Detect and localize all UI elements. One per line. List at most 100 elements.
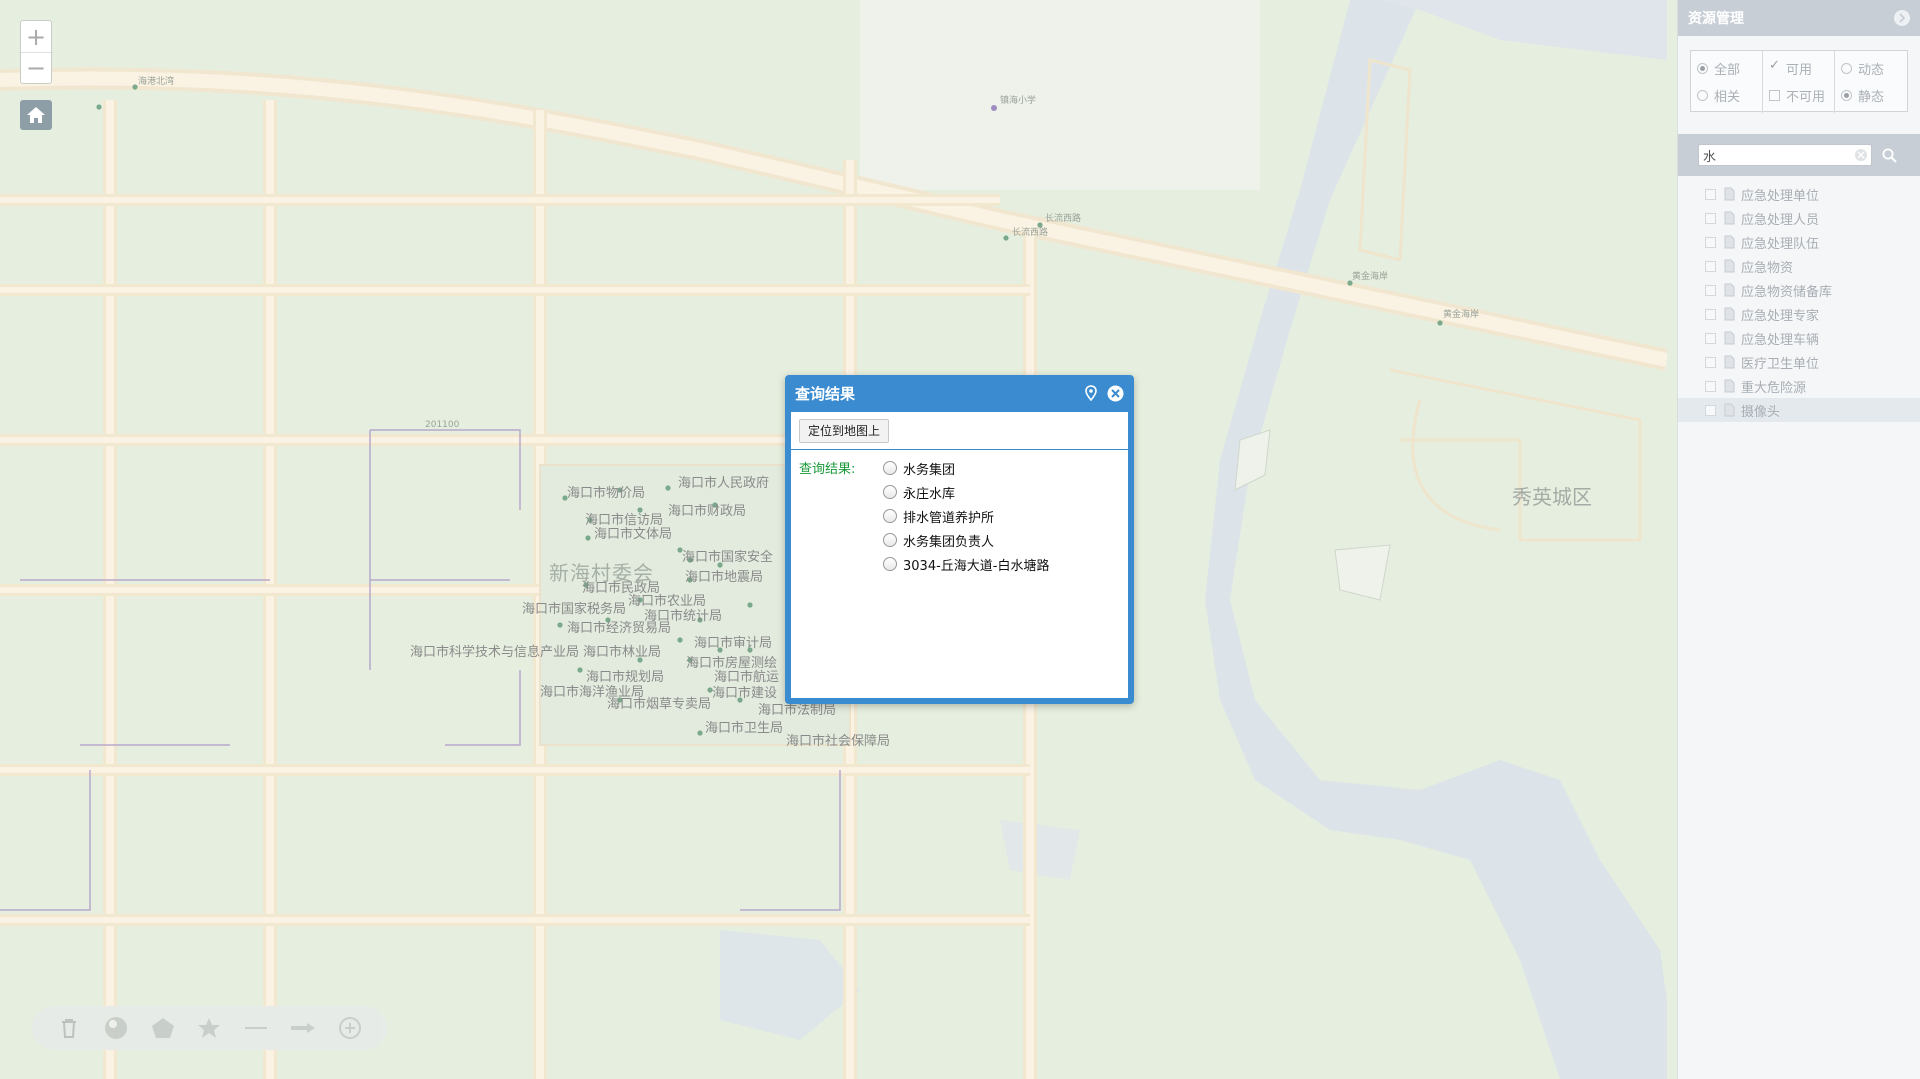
map-label-poi: 海口市地震局 [685, 570, 764, 585]
tree-item[interactable]: 应急物资 [1678, 254, 1920, 278]
checkbox[interactable] [1705, 188, 1716, 200]
document-icon [1724, 331, 1735, 345]
chevron-right-icon [1899, 13, 1906, 23]
collapse-button[interactable] [1894, 10, 1910, 26]
filter-all-option[interactable]: 全部 [1697, 55, 1756, 82]
result-item[interactable]: 水务集团负责人 [883, 528, 1049, 552]
dialog-header[interactable]: 查询结果 [785, 375, 1134, 411]
radio-button[interactable] [883, 557, 897, 571]
filter-scope: 全部 相关 [1691, 51, 1763, 113]
map-label-code: 201100 [425, 420, 460, 430]
filter-unavailable-option[interactable]: 不可用 [1769, 82, 1828, 109]
map-label-road: 长流西路 [1045, 214, 1082, 224]
tree-item-label: 应急物资储备库 [1741, 284, 1833, 300]
tree-item[interactable]: 应急物资储备库 [1678, 278, 1920, 302]
add-point-tool[interactable] [335, 1013, 365, 1043]
radio-button[interactable] [1841, 63, 1852, 74]
map-label-poi: 海口市财政局 [668, 504, 747, 519]
locate-on-map-button[interactable]: 定位到地图上 [799, 419, 890, 443]
map-label-road: 黄金海岸 [1443, 310, 1480, 320]
resource-tree: 应急处理单位 应急处理人员 应急处理队伍 应急物资 应急物资储备库 应急处理专家… [1678, 182, 1920, 422]
radio-button[interactable] [1841, 90, 1852, 101]
option-label: 静态 [1858, 90, 1885, 105]
checkbox[interactable] [1705, 212, 1716, 224]
radio-button[interactable] [883, 485, 897, 499]
close-button[interactable] [1106, 384, 1124, 402]
map-label-poi: 海口市卫生局 [705, 721, 784, 736]
map-canvas[interactable]: 海港北湾 镇海小学 长流西路 长流西路 黄金海岸 黄金海岸 201100 秀英城… [0, 0, 1667, 1079]
tree-item[interactable]: 医疗卫生单位 [1678, 350, 1920, 374]
home-button[interactable] [20, 100, 52, 130]
tree-item-label: 重大危险源 [1741, 380, 1807, 396]
filter-mode: 动态 静态 [1835, 51, 1907, 113]
radio-button[interactable] [1697, 63, 1708, 74]
result-item[interactable]: 3034-丘海大道-白水塘路 [883, 552, 1049, 576]
checkbox[interactable] [1705, 284, 1716, 296]
map-label-district: 秀英城区 [1512, 485, 1592, 509]
filter-box: 全部 相关 可用 不可用 动态 静态 [1690, 50, 1908, 113]
tree-item[interactable]: 应急处理人员 [1678, 206, 1920, 230]
zoom-out-button[interactable]: − [21, 52, 51, 83]
tree-item-label: 摄像头 [1741, 404, 1781, 420]
globe-tool[interactable] [101, 1013, 131, 1043]
result-item[interactable]: 排水管道养护所 [883, 504, 1049, 528]
tree-item[interactable]: 应急处理专家 [1678, 302, 1920, 326]
checkbox[interactable] [1705, 356, 1716, 368]
radio-button[interactable] [1697, 90, 1708, 101]
filter-available-option[interactable]: 可用 [1769, 55, 1828, 82]
search-field [1698, 144, 1872, 166]
map-label-road: 长流西路 [1012, 228, 1049, 238]
map-label-poi: 海口市文体局 [594, 527, 673, 542]
checkbox[interactable] [1705, 308, 1716, 320]
search-input[interactable] [1703, 147, 1855, 163]
freehand-tool[interactable] [194, 1013, 224, 1043]
tree-item[interactable]: 应急处理单位 [1678, 182, 1920, 206]
checkbox[interactable] [1705, 332, 1716, 344]
checkbox[interactable] [1705, 260, 1716, 272]
close-icon [1857, 151, 1865, 159]
polygon-tool[interactable] [148, 1013, 178, 1043]
filter-static-option[interactable]: 静态 [1841, 82, 1901, 109]
map-label-poi: 海口市国家安全 [682, 550, 774, 565]
search-button[interactable] [1878, 144, 1900, 166]
map-label-poi: 海口市社会保障局 [786, 734, 891, 749]
locate-pin-button[interactable] [1082, 384, 1100, 402]
map-label-poi: 海口市科学技术与信息产业局 [410, 645, 580, 660]
radio-button[interactable] [883, 509, 897, 523]
tree-item-label: 应急物资 [1741, 260, 1794, 276]
filter-availability: 可用 不可用 [1763, 51, 1835, 113]
checkbox[interactable] [1705, 380, 1716, 392]
result-item[interactable]: 永庄水库 [883, 480, 1049, 504]
tree-item[interactable]: 应急处理车辆 [1678, 326, 1920, 350]
tree-item[interactable]: 应急处理队伍 [1678, 230, 1920, 254]
tree-item-selected[interactable]: 摄像头 [1678, 398, 1920, 422]
line-icon [245, 1027, 268, 1029]
filter-dynamic-option[interactable]: 动态 [1841, 55, 1901, 82]
result-item[interactable]: 水务集团 [883, 456, 1049, 480]
zoom-in-button[interactable]: + [21, 21, 51, 52]
search-icon [1882, 148, 1897, 163]
document-icon [1724, 379, 1735, 393]
zoom-control: + − [20, 20, 52, 84]
tree-item-label: 应急处理单位 [1741, 188, 1820, 204]
radio-button[interactable] [883, 533, 897, 547]
result-text: 排水管道养护所 [903, 510, 995, 526]
checkbox[interactable] [1705, 236, 1716, 248]
clear-tool[interactable] [54, 1013, 84, 1043]
checkbox[interactable] [1769, 58, 1780, 74]
checkbox[interactable] [1705, 404, 1716, 416]
checkbox[interactable] [1769, 90, 1780, 101]
document-icon [1724, 259, 1735, 273]
option-label: 相关 [1714, 90, 1741, 105]
clear-search-button[interactable] [1855, 149, 1867, 161]
option-label: 动态 [1858, 63, 1885, 78]
map-label-poi: 海口市经济贸易局 [567, 621, 672, 636]
trash-icon [62, 1019, 77, 1038]
draw-toolbar [32, 1006, 387, 1050]
line-tool[interactable] [241, 1013, 271, 1043]
radio-button[interactable] [883, 461, 897, 475]
tree-item[interactable]: 重大危险源 [1678, 374, 1920, 398]
filter-related-option[interactable]: 相关 [1697, 82, 1756, 109]
result-text: 水务集团负责人 [903, 534, 995, 550]
arrow-tool[interactable] [288, 1013, 318, 1043]
